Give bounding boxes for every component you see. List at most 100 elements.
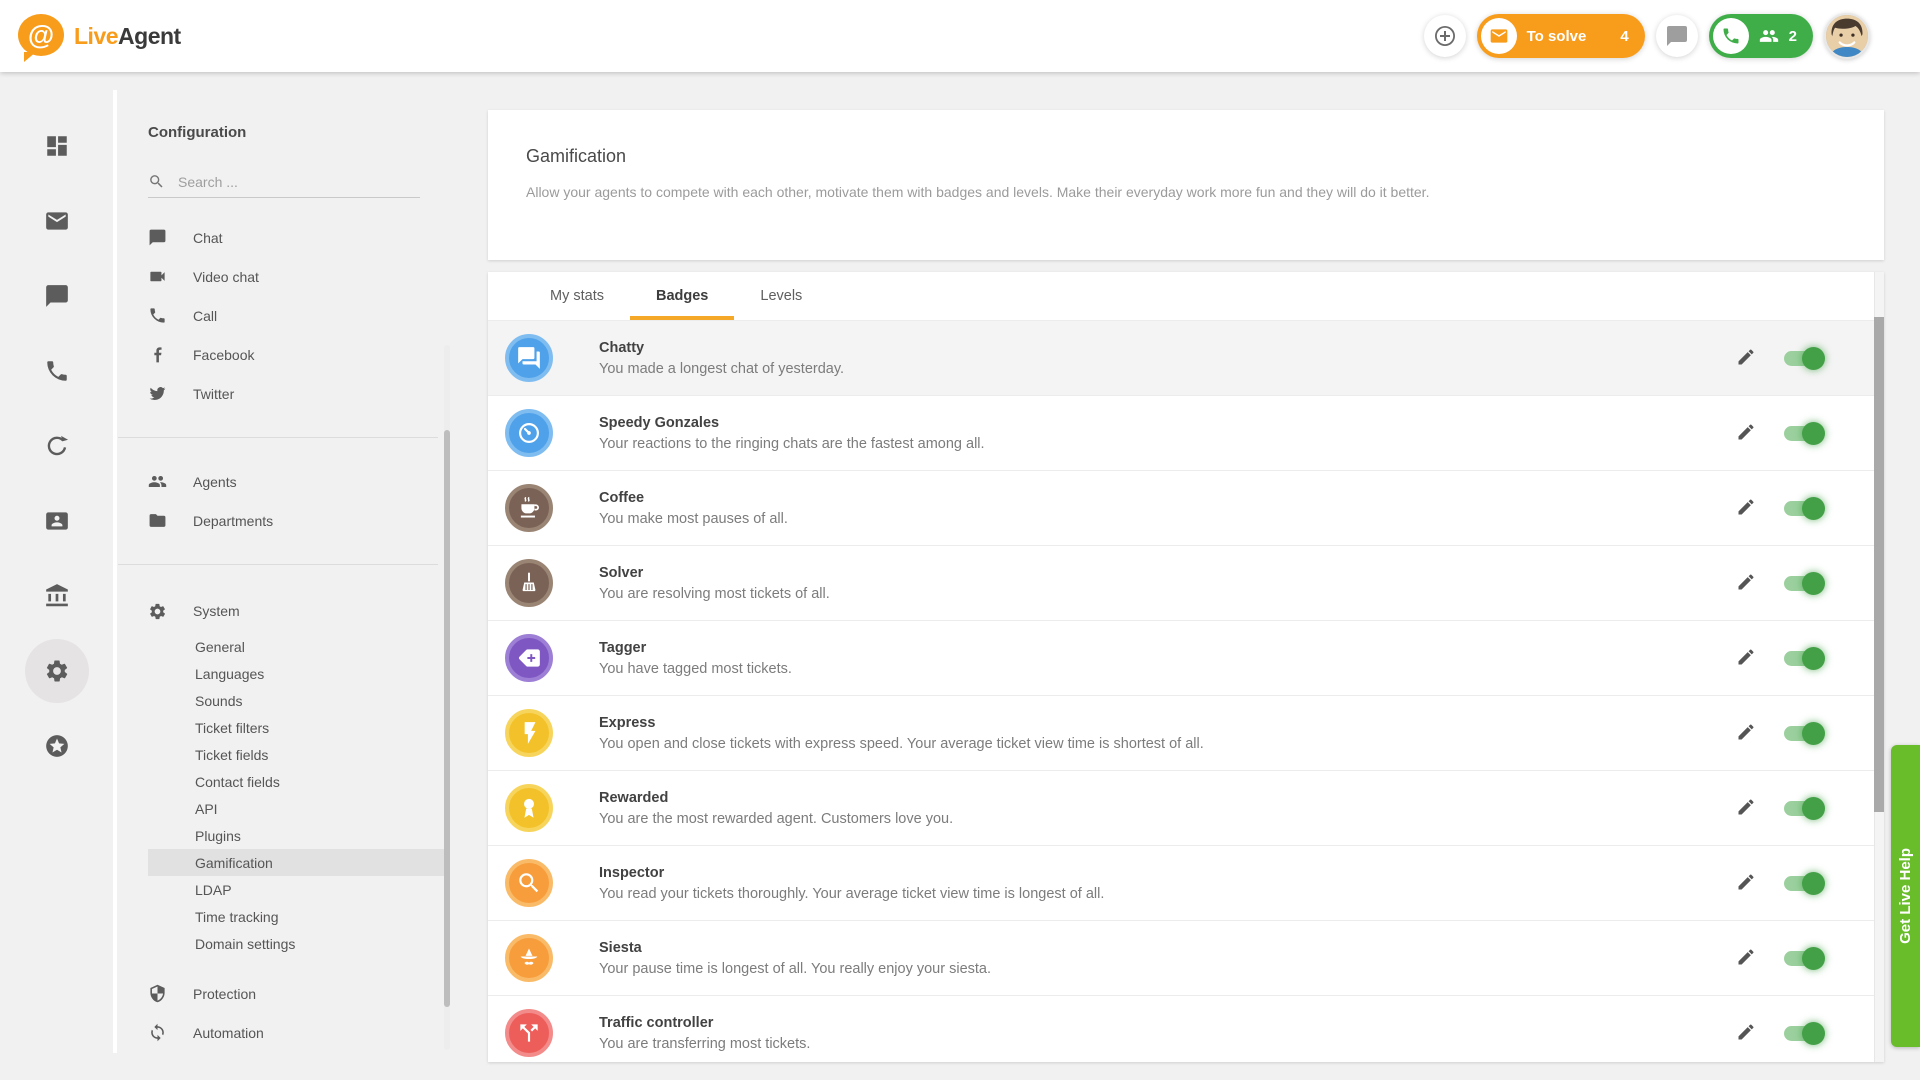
edit-badge-button[interactable] <box>1734 796 1758 820</box>
avatar[interactable] <box>1824 13 1870 59</box>
calls-button[interactable]: 2 <box>1709 14 1813 58</box>
sidebar-scrollbar[interactable] <box>444 345 450 1050</box>
shield-icon <box>148 984 167 1003</box>
chats-button[interactable] <box>1656 15 1698 57</box>
search-icon <box>148 173 165 190</box>
badge-enabled-toggle[interactable] <box>1784 876 1822 891</box>
chat-bubble-icon <box>1665 24 1689 48</box>
tab-badges[interactable]: Badges <box>630 272 734 320</box>
pencil-icon <box>1736 872 1756 892</box>
sidebar-item-system[interactable]: System <box>118 589 444 633</box>
rail-item-refresh[interactable] <box>19 408 94 483</box>
rail-item-chat[interactable] <box>19 258 94 333</box>
tab-levels[interactable]: Levels <box>734 272 828 320</box>
badge-enabled-toggle[interactable] <box>1784 951 1822 966</box>
configuration-panel: Configuration ChatVideo chatCallFacebook… <box>118 72 450 1053</box>
to-solve-count: 4 <box>1620 28 1628 45</box>
top-header: @ LiveAgent To solve 4 <box>0 0 1920 72</box>
speedometer-icon <box>516 420 542 446</box>
call-icon <box>148 306 167 325</box>
sidebar-subitem-ticket-fields[interactable]: Ticket fields <box>118 741 444 768</box>
phone-icon <box>1713 18 1749 54</box>
sidebar-item-protection[interactable]: Protection <box>118 974 444 1013</box>
configuration-menu: ChatVideo chatCallFacebookTwitterAgentsD… <box>118 218 444 1052</box>
badge-name: Traffic controller <box>599 1015 810 1031</box>
sidebar-item-call[interactable]: Call <box>118 296 444 335</box>
badge-name: Tagger <box>599 640 792 656</box>
sidebar-subitem-gamification[interactable]: Gamification <box>148 849 444 876</box>
pencil-icon <box>1736 647 1756 667</box>
rail-item-star[interactable] <box>19 708 94 783</box>
to-solve-button[interactable]: To solve 4 <box>1477 14 1645 58</box>
sync-icon <box>148 1023 167 1042</box>
forum-icon <box>516 345 542 371</box>
bolt-icon <box>516 720 542 746</box>
sidebar-item-label: Protection <box>193 986 256 1002</box>
app-logo[interactable]: @ LiveAgent <box>18 14 181 58</box>
sidebar-subitem-contact-fields[interactable]: Contact fields <box>118 768 444 795</box>
badge-enabled-toggle[interactable] <box>1784 726 1822 741</box>
sidebar-item-departments[interactable]: Departments <box>118 501 444 540</box>
sidebar-subitem-ticket-filters[interactable]: Ticket filters <box>118 714 444 741</box>
pencil-icon <box>1736 722 1756 742</box>
badge-enabled-toggle[interactable] <box>1784 1026 1822 1041</box>
search-input[interactable] <box>178 174 420 190</box>
edit-badge-button[interactable] <box>1734 1021 1758 1045</box>
ribbon-icon <box>516 795 542 821</box>
sidebar-item-video-chat[interactable]: Video chat <box>118 257 444 296</box>
rail-item-dashboard[interactable] <box>19 108 94 183</box>
sidebar-item-facebook[interactable]: Facebook <box>118 335 444 374</box>
rail-item-bank[interactable] <box>19 558 94 633</box>
sidebar-item-twitter[interactable]: Twitter <box>118 374 444 413</box>
edit-badge-button[interactable] <box>1734 646 1758 670</box>
pencil-icon <box>1736 572 1756 592</box>
people-icon <box>148 472 167 491</box>
sidebar-item-chat[interactable]: Chat <box>118 218 444 257</box>
badge-row-chatty: ChattyYou made a longest chat of yesterd… <box>488 320 1884 395</box>
badge-description: You open and close tickets with express … <box>599 736 1204 752</box>
rail-item-mail[interactable] <box>19 183 94 258</box>
badge-enabled-toggle[interactable] <box>1784 351 1822 366</box>
sidebar-item-automation[interactable]: Automation <box>118 1013 444 1052</box>
edit-badge-button[interactable] <box>1734 421 1758 445</box>
sidebar-subitem-domain-settings[interactable]: Domain settings <box>118 930 444 957</box>
badge-enabled-toggle[interactable] <box>1784 801 1822 816</box>
get-live-help-button[interactable]: Get Live Help <box>1891 745 1920 1047</box>
sidebar-subitem-languages[interactable]: Languages <box>118 660 444 687</box>
list-scrollbar[interactable] <box>1874 272 1884 1062</box>
tab-my-stats[interactable]: My stats <box>524 272 630 320</box>
sidebar-subitem-ldap[interactable]: LDAP <box>118 876 444 903</box>
edit-badge-button[interactable] <box>1734 871 1758 895</box>
edit-badge-button[interactable] <box>1734 346 1758 370</box>
badge-description: You are the most rewarded agent. Custome… <box>599 811 953 827</box>
badge-avatar <box>505 934 553 982</box>
broom-icon <box>516 570 542 596</box>
sidebar-subitem-sounds[interactable]: Sounds <box>118 687 444 714</box>
rail-item-contact-card[interactable] <box>19 483 94 558</box>
main-content: Gamification Allow your agents to compet… <box>488 110 1884 1062</box>
calls-count: 2 <box>1789 28 1797 45</box>
contact-card-icon <box>44 508 70 534</box>
edit-badge-button[interactable] <box>1734 571 1758 595</box>
sidebar-subitem-api[interactable]: API <box>118 795 444 822</box>
sidebar-item-label: Video chat <box>193 269 259 285</box>
rail-item-call[interactable] <box>19 333 94 408</box>
badge-enabled-toggle[interactable] <box>1784 501 1822 516</box>
edit-badge-button[interactable] <box>1734 946 1758 970</box>
rail-item-gear[interactable] <box>19 633 94 708</box>
edit-badge-button[interactable] <box>1734 721 1758 745</box>
badge-description: You are resolving most tickets of all. <box>599 586 830 602</box>
badge-enabled-toggle[interactable] <box>1784 651 1822 666</box>
sidebar-subitem-general[interactable]: General <box>118 633 444 660</box>
edit-badge-button[interactable] <box>1734 496 1758 520</box>
add-new-button[interactable] <box>1424 15 1466 57</box>
sidebar-subitem-time-tracking[interactable]: Time tracking <box>118 903 444 930</box>
badge-enabled-toggle[interactable] <box>1784 576 1822 591</box>
coffee-icon <box>516 495 542 521</box>
sidebar-subitem-plugins[interactable]: Plugins <box>118 822 444 849</box>
badge-enabled-toggle[interactable] <box>1784 426 1822 441</box>
pencil-icon <box>1736 947 1756 967</box>
badge-row-inspector: InspectorYou read your tickets thoroughl… <box>488 845 1884 920</box>
sidebar-item-agents[interactable]: Agents <box>118 462 444 501</box>
badge-row-express: ExpressYou open and close tickets with e… <box>488 695 1884 770</box>
